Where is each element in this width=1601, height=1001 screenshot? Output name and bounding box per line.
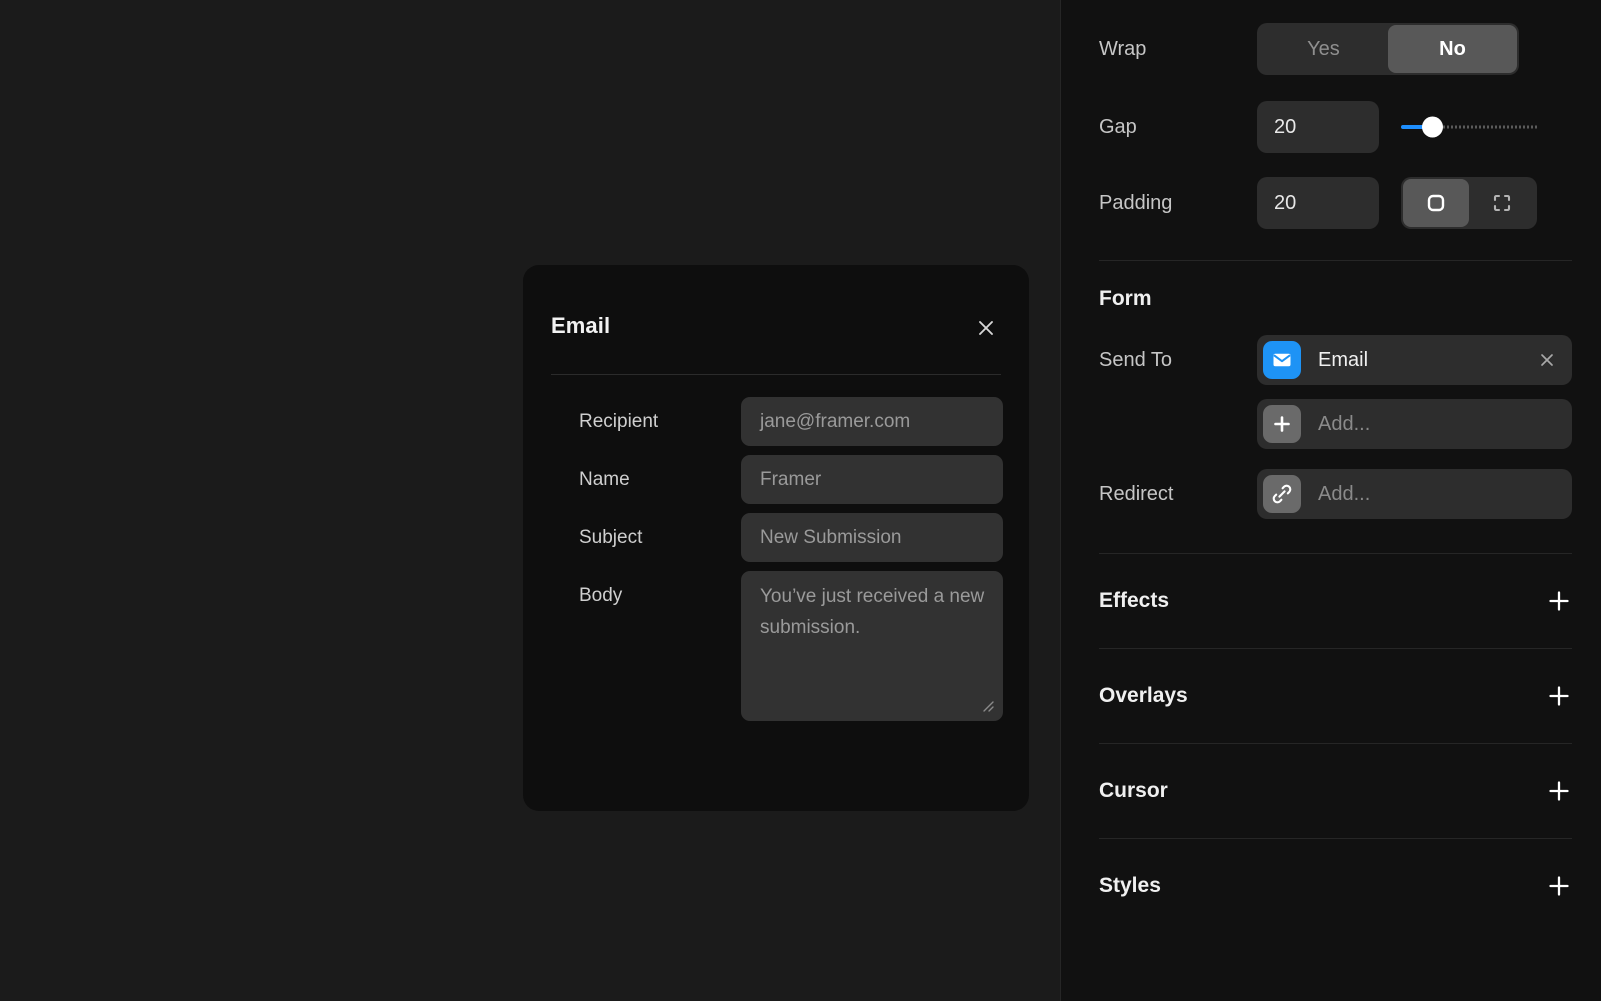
- row-redirect: Redirect Add...: [1061, 465, 1601, 523]
- styles-add-icon[interactable]: [1548, 875, 1570, 897]
- name-input[interactable]: Framer: [741, 455, 1003, 504]
- row-gap: Gap 20: [1061, 98, 1601, 156]
- padding-all-icon[interactable]: [1403, 179, 1469, 227]
- styles-title: Styles: [1099, 874, 1161, 897]
- wrap-label: Wrap: [1099, 37, 1147, 60]
- send-to-remove-icon[interactable]: [1536, 349, 1558, 371]
- plus-icon: [1263, 405, 1301, 443]
- form-section-title: Form: [1099, 287, 1152, 310]
- remove-icon-glyph: [1541, 354, 1553, 366]
- subject-input[interactable]: New Submission: [741, 513, 1003, 562]
- send-to-label: Send To: [1099, 348, 1173, 371]
- recipient-input[interactable]: jane@framer.com: [741, 397, 1003, 446]
- close-icon[interactable]: [971, 313, 1001, 343]
- row-padding: Padding 20: [1061, 174, 1601, 232]
- redirect-add-button[interactable]: Add...: [1257, 469, 1572, 519]
- email-dialog-header: Email: [549, 291, 1003, 353]
- resize-handle-icon[interactable]: [978, 696, 994, 712]
- design-canvas[interactable]: Email Recipient jane@framer.com Name Fra…: [0, 0, 1060, 1001]
- email-dialog-fields: Recipient jane@framer.com Name Framer Su…: [549, 375, 1003, 721]
- padding-individual-icon[interactable]: [1469, 179, 1535, 227]
- gap-slider[interactable]: [1401, 101, 1537, 153]
- mail-icon: [1263, 341, 1301, 379]
- body-label: Body: [579, 585, 623, 606]
- field-row-subject: Subject New Submission: [549, 513, 1003, 562]
- cursor-add-icon[interactable]: [1548, 780, 1570, 802]
- padding-input[interactable]: 20: [1257, 177, 1379, 229]
- field-row-recipient: Recipient jane@framer.com: [549, 397, 1003, 446]
- section-cursor[interactable]: Cursor: [1061, 744, 1601, 838]
- gap-slider-track: [1439, 125, 1537, 129]
- redirect-add-label: Add...: [1318, 482, 1371, 505]
- section-styles[interactable]: Styles: [1061, 839, 1601, 933]
- app-root: Email Recipient jane@framer.com Name Fra…: [0, 0, 1601, 1001]
- gap-input[interactable]: 20: [1257, 101, 1379, 153]
- send-to-add-button[interactable]: Add...: [1257, 399, 1572, 449]
- close-icon-glyph: [979, 321, 993, 335]
- mail-icon-glyph: [1273, 353, 1291, 367]
- overlays-add-icon[interactable]: [1548, 685, 1570, 707]
- wrap-segmented-control[interactable]: Yes No: [1257, 23, 1519, 75]
- wrap-option-yes[interactable]: Yes: [1259, 25, 1388, 73]
- row-wrap: Wrap Yes No: [1061, 20, 1601, 78]
- redirect-label: Redirect: [1099, 482, 1174, 505]
- link-icon-glyph: [1272, 484, 1292, 504]
- padding-mode-toggle[interactable]: [1401, 177, 1537, 229]
- plus-icon-glyph: [1274, 416, 1290, 432]
- subject-label: Subject: [579, 527, 643, 548]
- recipient-label: Recipient: [579, 411, 659, 432]
- wrap-option-no[interactable]: No: [1388, 25, 1517, 73]
- padding-all-icon-glyph: [1427, 194, 1445, 212]
- padding-individual-icon-glyph: [1493, 194, 1511, 212]
- field-row-body: Body You’ve just received a new submissi…: [549, 571, 1003, 721]
- send-to-chip-label: Email: [1318, 348, 1369, 371]
- field-row-name: Name Framer: [549, 455, 1003, 504]
- send-to-chip-email[interactable]: Email: [1257, 335, 1572, 385]
- send-to-add-label: Add...: [1318, 412, 1371, 435]
- padding-label: Padding: [1099, 191, 1173, 214]
- section-effects[interactable]: Effects: [1061, 554, 1601, 648]
- overlays-title: Overlays: [1099, 684, 1188, 707]
- gap-slider-thumb[interactable]: [1422, 116, 1443, 138]
- row-send-to: Send To Email: [1061, 331, 1601, 389]
- row-send-to-add: Add...: [1061, 395, 1601, 453]
- properties-panel: Wrap Yes No Gap 20 Padding 20 Form Send …: [1060, 0, 1601, 1001]
- name-label: Name: [579, 469, 630, 490]
- gap-label: Gap: [1099, 115, 1137, 138]
- effects-add-icon[interactable]: [1548, 590, 1570, 612]
- cursor-title: Cursor: [1099, 779, 1168, 802]
- effects-title: Effects: [1099, 589, 1170, 612]
- email-dialog: Email Recipient jane@framer.com Name Fra…: [523, 265, 1029, 811]
- body-textarea-value: You’ve just received a new submission.: [760, 586, 985, 638]
- link-icon: [1263, 475, 1301, 513]
- body-textarea[interactable]: You’ve just received a new submission.: [741, 571, 1003, 721]
- section-overlays[interactable]: Overlays: [1061, 649, 1601, 743]
- email-dialog-title: Email: [551, 313, 611, 338]
